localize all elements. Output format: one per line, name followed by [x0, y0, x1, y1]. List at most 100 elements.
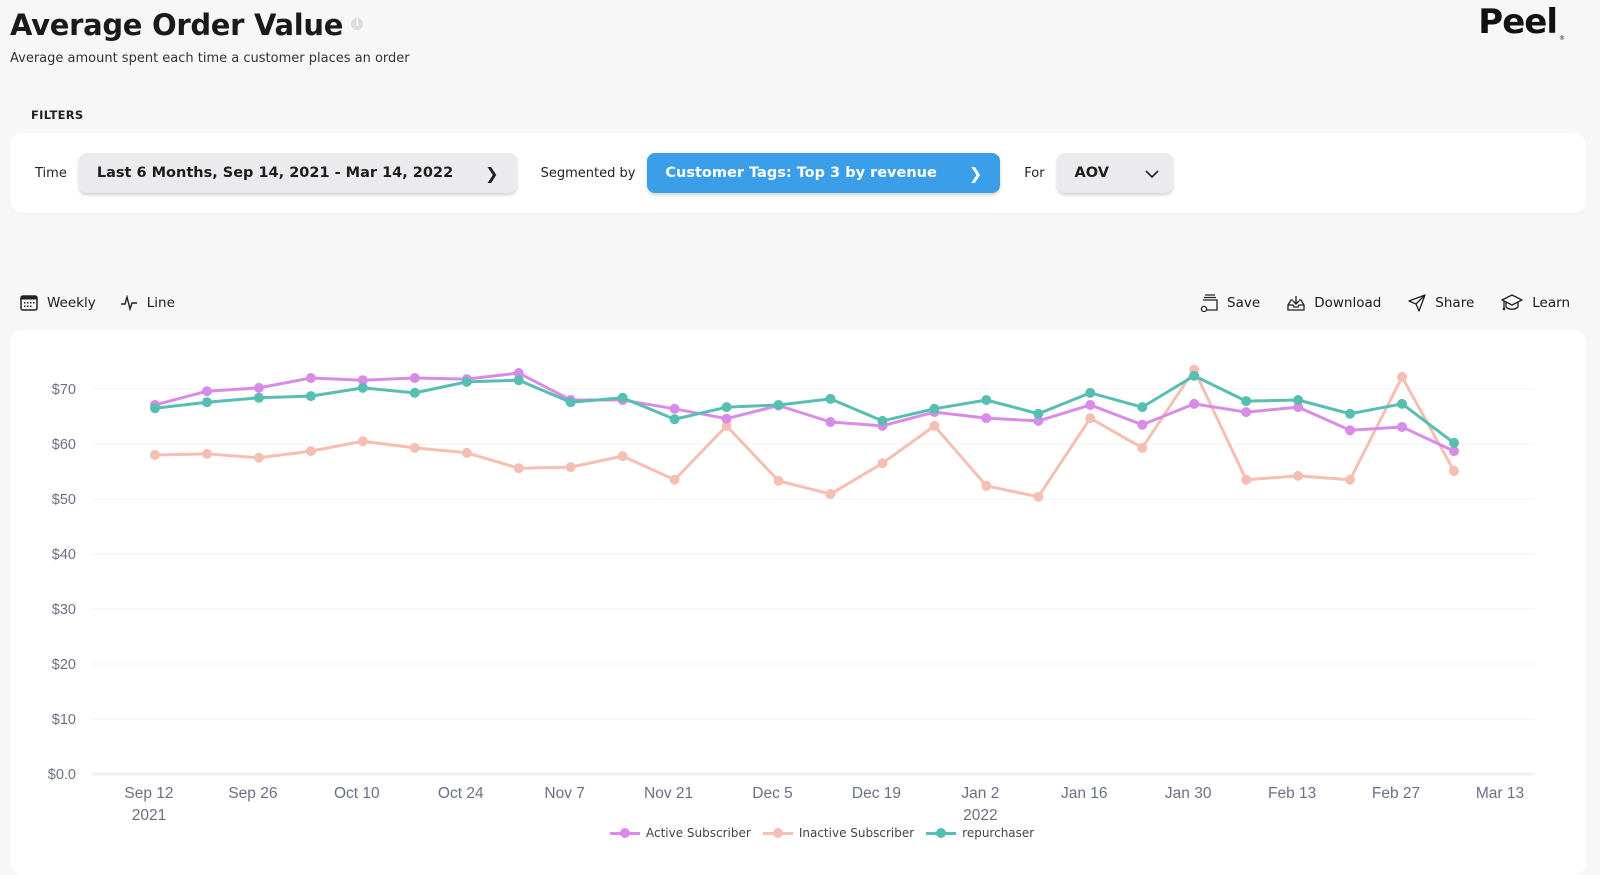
data-point-repurchaser [1449, 437, 1459, 448]
data-point-inactive-subscriber [565, 462, 576, 473]
data-point-repurchaser [773, 399, 784, 410]
data-point-inactive-subscriber [669, 474, 680, 485]
data-point-repurchaser [1345, 408, 1356, 419]
y-tick-label: $60 [52, 437, 76, 453]
data-point-repurchaser [617, 392, 628, 403]
data-point-inactive-subscriber [150, 450, 160, 460]
x-tick-label: Sep 12 [124, 785, 173, 802]
series-line-active-subscriber [154, 371, 1455, 453]
segment-value: Customer Tags: Top 3 by revenue [665, 165, 937, 181]
data-point-inactive-subscriber [253, 452, 264, 463]
x-tick-label: Oct 10 [334, 785, 380, 802]
time-range-button[interactable]: Last 6 Months, Sep 14, 2021 - Mar 14, 20… [78, 153, 517, 193]
line-chart-icon [120, 295, 137, 311]
data-point-inactive-subscriber [1449, 465, 1459, 476]
save-label: Save [1227, 295, 1261, 311]
data-point-inactive-subscriber [981, 480, 992, 491]
peel-logo: Peel ® [1478, 2, 1565, 42]
data-point-repurchaser [1241, 396, 1252, 407]
data-point-active-subscriber [253, 382, 264, 393]
aov-line-chart: $0.0 $10 $20 $30 $40 $50 $60 $70 Sep 12 2021 Sep 2… [48, 364, 1535, 824]
data-point-inactive-subscriber [513, 463, 524, 474]
info-icon[interactable]: i [351, 18, 364, 30]
data-point-repurchaser [981, 395, 992, 405]
data-point-repurchaser [565, 397, 576, 408]
data-point-repurchaser [513, 375, 524, 386]
legend-item[interactable]: Active Subscriber [610, 826, 751, 840]
data-point-inactive-subscriber [1241, 474, 1252, 485]
x-tick-label: Feb 13 [1268, 785, 1316, 802]
data-point-active-subscriber [1241, 407, 1252, 418]
for-label: For [1024, 165, 1045, 181]
save-icon [1200, 294, 1218, 312]
learn-label: Learn [1532, 295, 1570, 311]
granularity-button[interactable]: Weekly [20, 295, 96, 311]
data-point-active-subscriber [1137, 419, 1148, 430]
send-icon [1408, 294, 1426, 312]
data-point-inactive-subscriber [877, 458, 888, 469]
data-point-repurchaser [201, 397, 212, 408]
data-point-inactive-subscriber [773, 475, 784, 486]
data-point-inactive-subscriber [1293, 470, 1304, 481]
data-point-inactive-subscriber [929, 420, 940, 431]
chevron-right-icon: ❯ [485, 163, 499, 183]
y-tick-label: $10 [52, 712, 76, 728]
time-range-value: Last 6 Months, Sep 14, 2021 - Mar 14, 20… [96, 165, 454, 181]
y-tick-label: $50 [52, 492, 76, 508]
data-point-inactive-subscriber [305, 446, 316, 457]
data-point-active-subscriber [669, 403, 680, 414]
metric-dropdown[interactable]: AOV [1056, 153, 1173, 193]
data-point-repurchaser [1189, 370, 1200, 381]
page-title: Average Order Value i [10, 8, 364, 42]
legend-swatch [610, 827, 640, 839]
data-point-repurchaser [825, 393, 836, 404]
data-point-inactive-subscriber [617, 451, 628, 462]
legend-label: Active Subscriber [646, 826, 751, 840]
legend-swatch [762, 827, 793, 839]
data-point-active-subscriber [1189, 398, 1200, 409]
legend-swatch [926, 827, 957, 839]
download-icon [1287, 296, 1305, 311]
metric-value: AOV [1074, 165, 1109, 181]
data-point-repurchaser [1397, 398, 1408, 409]
data-point-repurchaser [305, 391, 316, 402]
x-tick-sublabel: 2021 [132, 807, 166, 824]
data-point-repurchaser [461, 376, 472, 387]
chart-legend: Active Subscriber Inactive Subscriber repu… [610, 826, 1046, 840]
chevron-down-icon [1145, 164, 1159, 183]
legend-label: Inactive Subscriber [798, 826, 915, 840]
logo-text: Peel [1478, 2, 1558, 42]
x-tick-sublabel: 2022 [963, 807, 997, 824]
data-point-repurchaser [253, 392, 264, 403]
x-tick-label: Mar 13 [1476, 785, 1524, 802]
legend-item[interactable]: Inactive Subscriber [762, 826, 915, 840]
data-point-inactive-subscriber [1137, 442, 1148, 453]
share-button[interactable]: Share [1408, 294, 1474, 312]
download-button[interactable]: Download [1287, 295, 1381, 311]
x-tick-label: Dec 19 [852, 785, 901, 802]
data-point-active-subscriber [981, 413, 992, 424]
download-label: Download [1314, 295, 1382, 311]
data-point-repurchaser [1137, 402, 1148, 413]
learn-button[interactable]: Learn [1501, 294, 1570, 312]
chart-actions: Save Download Share Learn [1173, 294, 1570, 312]
data-point-inactive-subscriber [1397, 371, 1408, 382]
save-button[interactable]: Save [1200, 294, 1260, 312]
segment-label: Segmented by [540, 165, 636, 181]
data-point-active-subscriber [1085, 399, 1096, 410]
segment-button[interactable]: Customer Tags: Top 3 by revenue ❯ [647, 153, 1001, 193]
legend-label: repurchaser [962, 826, 1035, 840]
chart-options: Weekly Line [20, 295, 199, 311]
data-point-inactive-subscriber [201, 448, 212, 459]
time-label: Time [35, 165, 67, 181]
x-tick-label: Nov 21 [644, 785, 693, 802]
data-point-repurchaser [357, 382, 368, 393]
data-point-repurchaser [1085, 387, 1096, 398]
chart-type-button[interactable]: Line [120, 295, 175, 311]
data-point-inactive-subscriber [1345, 474, 1356, 485]
y-tick-label: $0.0 [48, 767, 76, 783]
legend-item[interactable]: repurchaser [926, 826, 1034, 840]
data-point-active-subscriber [1345, 425, 1356, 436]
data-point-repurchaser [721, 402, 732, 413]
filter-bar: Time Last 6 Months, Sep 14, 2021 - Mar 1… [10, 133, 1586, 213]
